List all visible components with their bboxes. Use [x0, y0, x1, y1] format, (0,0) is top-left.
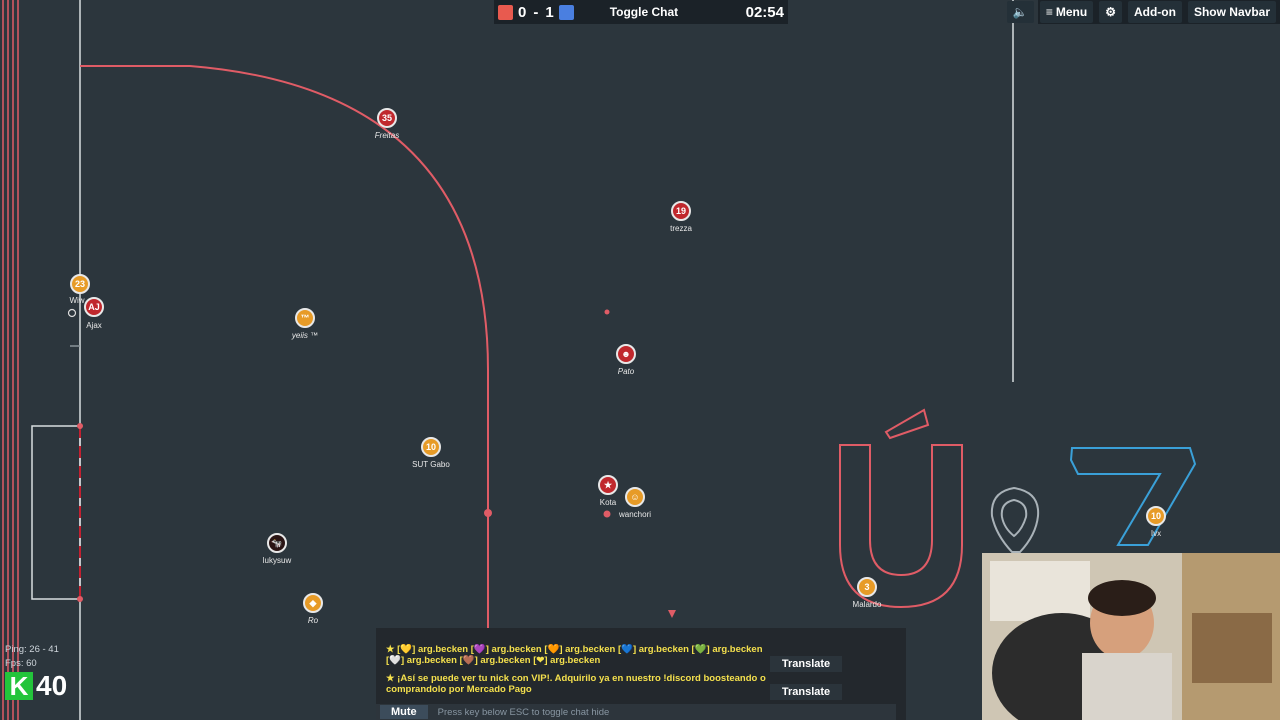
- player-disc: ★: [598, 475, 618, 495]
- chat-input[interactable]: Press key below ESC to toggle chat hide: [438, 707, 610, 718]
- k-logo-icon: K: [5, 671, 33, 701]
- translate-button[interactable]: Translate: [770, 656, 842, 672]
- gear-icon: ⚙: [1105, 5, 1116, 19]
- player-name: Ro: [307, 616, 319, 625]
- webcam-overlay: [982, 553, 1280, 720]
- toggle-chat-button[interactable]: Toggle Chat: [610, 5, 678, 19]
- player-name: wanchori: [618, 510, 652, 519]
- player-disc: ™: [295, 308, 315, 328]
- player-name: lukysuw: [262, 556, 292, 565]
- player-name: Malardo: [852, 600, 882, 609]
- chat-message: ★ [💛] arg.becken [💜] arg.becken [🧡] arg.…: [386, 644, 763, 666]
- player-disc: 3: [857, 577, 877, 597]
- top-right-toolbar: 🔈 ≡ Menu ⚙ Add-on Show Navbar: [1006, 0, 1280, 24]
- red-score: 0: [518, 3, 527, 21]
- player-name: SUT Gabo: [412, 460, 450, 469]
- player-name: trezza: [670, 224, 692, 233]
- red-team-indicator: [498, 4, 513, 20]
- fps-readout: Fps: 60: [5, 658, 37, 669]
- player-name: Pato: [617, 367, 635, 376]
- player-name: Freitas: [374, 131, 400, 140]
- player-disc: ☺: [625, 487, 645, 507]
- k-value: 40: [36, 670, 68, 701]
- arrow-marker-icon: [668, 610, 676, 618]
- chat-input-bar: Mute Press key below ESC to toggle chat …: [376, 704, 896, 720]
- sound-button[interactable]: 🔈: [1006, 1, 1034, 23]
- menu-button[interactable]: ≡ Menu: [1039, 1, 1094, 23]
- player-name: yeiis ™: [291, 331, 319, 340]
- blue-score: 1: [545, 3, 554, 21]
- ping-readout: Ping: 26 - 41: [5, 644, 59, 655]
- hamburger-icon: ≡: [1045, 5, 1053, 19]
- player-disc: 35: [377, 108, 397, 128]
- player-name: Ivx: [1150, 529, 1162, 538]
- player-name: Kota: [599, 498, 617, 507]
- scoreboard: 0 - 1 Toggle Chat 02:54: [494, 0, 788, 24]
- player-disc: AJ: [84, 297, 104, 317]
- translate-button[interactable]: Translate: [770, 684, 842, 700]
- field-boundary-stripes: [2, 0, 19, 720]
- show-navbar-button[interactable]: Show Navbar: [1187, 1, 1276, 23]
- penalty-arc: [80, 65, 489, 720]
- match-timer: 02:54: [745, 3, 784, 21]
- webcam-image: [982, 553, 1280, 720]
- player-disc: ☻: [616, 344, 636, 364]
- player-name: Wiw: [69, 296, 85, 305]
- goal-box: [31, 425, 81, 600]
- player-disc: 23: [70, 274, 90, 294]
- player-disc: 🐄: [267, 533, 287, 553]
- player-name: Ajax: [86, 321, 102, 330]
- player-disc: 10: [421, 437, 441, 457]
- player-disc: 10: [1146, 506, 1166, 526]
- mute-button[interactable]: Mute: [380, 705, 428, 719]
- player-disc: 19: [671, 201, 691, 221]
- chat-message: ★ ¡Así se puede ver tu nick con VIP!. Ad…: [386, 673, 766, 695]
- kick-counter: K 40: [5, 670, 67, 702]
- menu-label: Menu: [1055, 5, 1088, 19]
- score-separator: -: [533, 3, 539, 21]
- blue-team-indicator: [558, 4, 574, 20]
- settings-button[interactable]: ⚙: [1099, 1, 1122, 23]
- ball-marker: [604, 309, 610, 315]
- player-disc: ◆: [303, 593, 323, 613]
- speaker-icon: 🔈: [1012, 5, 1028, 19]
- addon-button[interactable]: Add-on: [1127, 1, 1182, 23]
- network-stats: Ping: 26 - 41 Fps: 60: [5, 643, 59, 671]
